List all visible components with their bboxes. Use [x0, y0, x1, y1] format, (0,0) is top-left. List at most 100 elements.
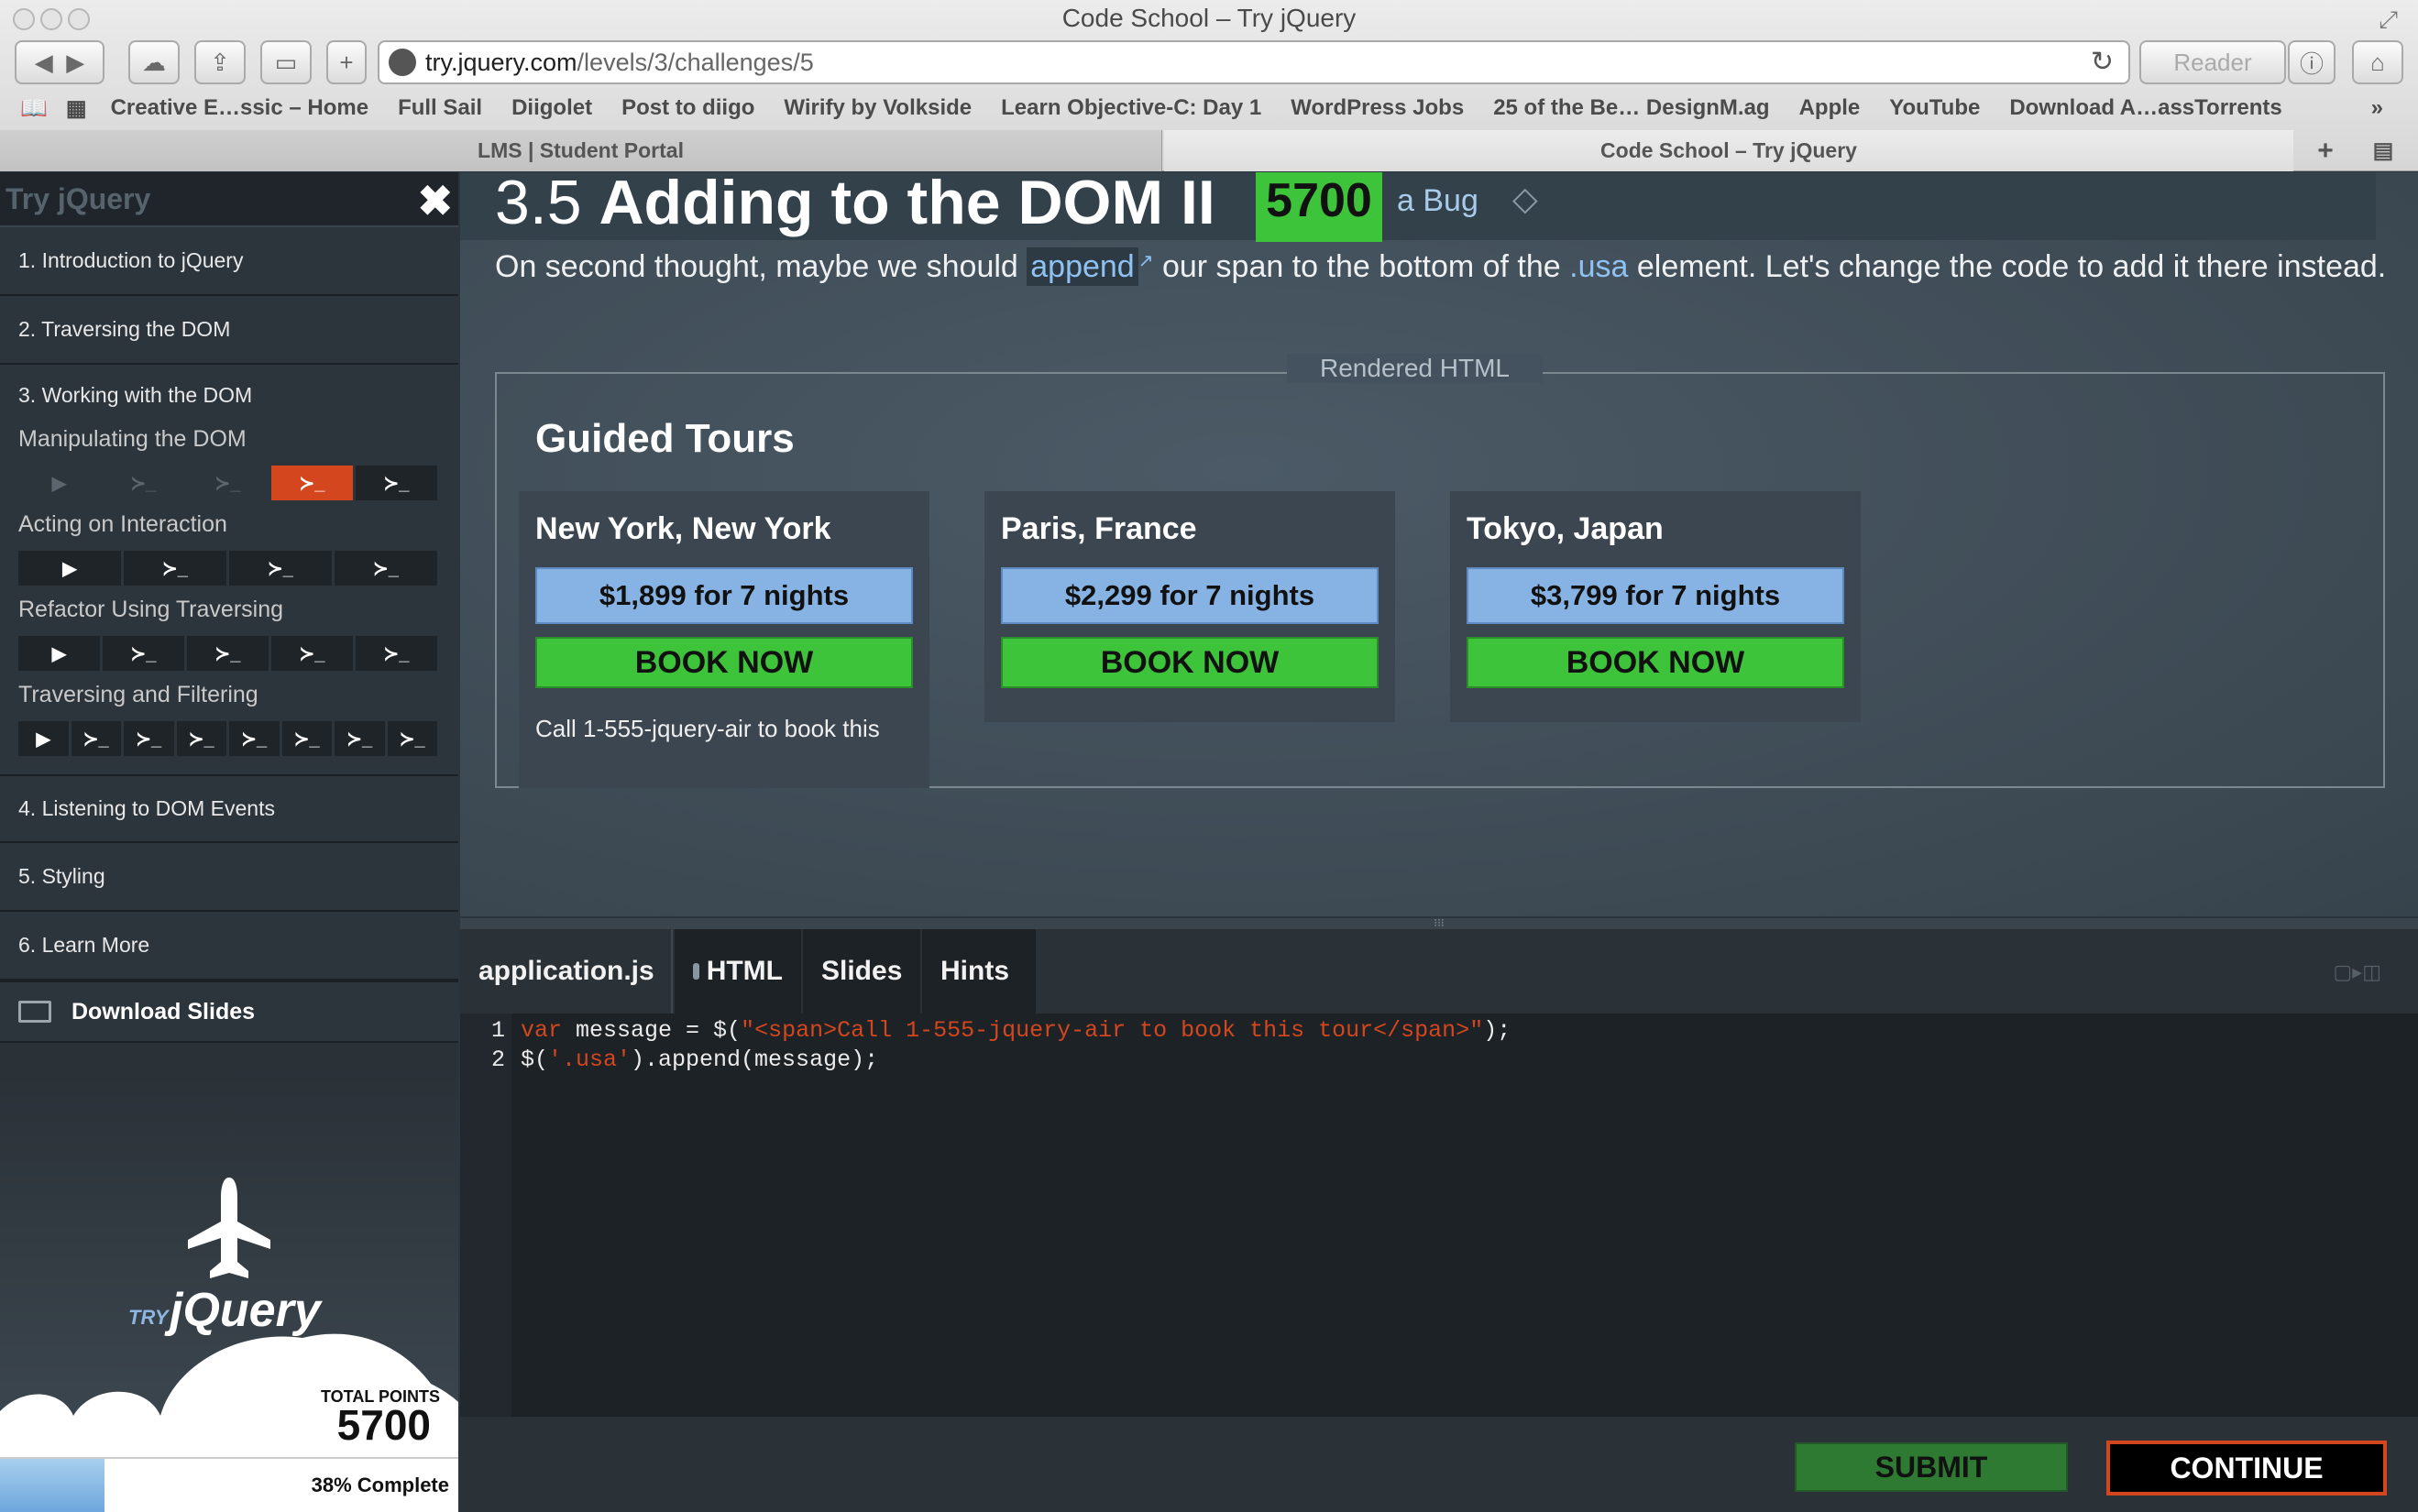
code-challenge[interactable]: ≻_	[229, 721, 280, 756]
bookmark-youtube[interactable]: YouTube	[1889, 95, 1980, 121]
code-challenge[interactable]: ≻_	[124, 721, 174, 756]
bookmark-post-to-diigo[interactable]: Post to diigo	[621, 95, 754, 121]
tour-price: $1,899 for 7 nights	[535, 567, 913, 624]
level-1[interactable]: 1. Introduction to jQuery	[0, 227, 458, 296]
reader-button[interactable]: Reader	[2139, 40, 2286, 84]
level-4[interactable]: 4. Listening to DOM Events	[0, 774, 458, 843]
sidebar-header: Try jQuery ✖	[0, 172, 458, 227]
book-now-button[interactable]: BOOK NOW	[1001, 637, 1379, 688]
code-challenge[interactable]: ≻_	[124, 551, 226, 586]
challenge-title-bar: 3.5 Adding to the DOM II 5700 a Bug ◇	[460, 168, 2376, 242]
home-button[interactable]: ⌂	[2352, 40, 2403, 84]
address-bar[interactable]: try.jquery.com/levels/3/challenges/5 ↻	[378, 40, 2130, 84]
tour-call-message: Call 1-555-jquery-air to book this tour	[535, 715, 880, 742]
bookmark-wordpress-jobs[interactable]: WordPress Jobs	[1291, 95, 1464, 121]
add-tab-icon[interactable]: +	[2299, 130, 2352, 171]
code-challenge[interactable]: ≻_	[356, 636, 437, 671]
bookmark-download-torrents[interactable]: Download A…assTorrents	[2009, 95, 2281, 121]
forward-icon[interactable]: ▶	[66, 49, 84, 77]
back-forward-buttons[interactable]: ◀ ▶	[15, 40, 104, 84]
sidebar-icon: ▭	[274, 48, 298, 76]
code-area[interactable]: 1 2 var message = $("<span>Call 1-555-jq…	[460, 1013, 2418, 1417]
level-2[interactable]: 2. Traversing the DOM	[0, 296, 458, 365]
tour-card: Tokyo, Japan $3,799 for 7 nights BOOK NO…	[1450, 491, 1861, 722]
continue-button[interactable]: CONTINUE	[2106, 1441, 2387, 1496]
keyword: var	[521, 1017, 563, 1044]
reload-icon[interactable]: ↻	[2091, 46, 2114, 78]
info-icon: ⓘ	[2299, 49, 2324, 78]
code-line-2[interactable]: $('.usa').append(message);	[521, 1046, 878, 1073]
append-doc-link[interactable]: append	[1027, 247, 1138, 286]
submit-button[interactable]: SUBMIT	[1795, 1442, 2068, 1492]
bookmark-learn-objective-c[interactable]: Learn Objective-C: Day 1	[1001, 95, 1261, 121]
sidebar-footer: TRY jQuery TOTAL POINTS 5700 38% Complet…	[0, 1068, 458, 1512]
split-layout-icon[interactable]: ▢▸◫	[2333, 960, 2381, 984]
code-challenge[interactable]: ≻_	[229, 551, 332, 586]
tab-slides[interactable]: Slides	[803, 929, 920, 1013]
bookmark-wirify[interactable]: Wirify by Volkside	[784, 95, 972, 121]
download-slides-label: Download Slides	[71, 998, 256, 1024]
video-challenge[interactable]: ▶	[18, 551, 121, 586]
slides-icon	[18, 1001, 51, 1023]
bookmark-diigolet[interactable]: Diigolet	[511, 95, 592, 121]
diamond-code-icon[interactable]: ◇	[1512, 180, 1538, 218]
bookmark-designmag[interactable]: 25 of the Be… DesignM.ag	[1493, 95, 1769, 121]
level-5[interactable]: 5. Styling	[0, 843, 458, 912]
code-challenge[interactable]: ≻_	[187, 466, 269, 500]
tab-lms-student-portal[interactable]: LMS | Student Portal	[0, 130, 1162, 171]
code-challenge[interactable]: ≻_	[103, 466, 184, 500]
tour-card: New York, New York $1,899 for 7 nights B…	[519, 491, 929, 788]
code-challenge[interactable]: ≻_	[71, 721, 121, 756]
fullscreen-icon[interactable]: ⤢	[2379, 5, 2398, 35]
usa-selector: .usa	[1569, 249, 1629, 284]
bookmark-apple[interactable]: Apple	[1799, 95, 1861, 121]
tab-hints[interactable]: Hints	[922, 929, 1036, 1013]
new-tab-button[interactable]: +	[326, 40, 367, 84]
resize-handle[interactable]: ⁝⁝⁝	[460, 917, 2418, 929]
code-challenge[interactable]: ≻_	[387, 721, 437, 756]
code-challenge[interactable]: ≻_	[187, 636, 269, 671]
video-challenge[interactable]: ▶	[18, 721, 69, 756]
code-challenge[interactable]: ≻_	[103, 636, 184, 671]
code-challenge[interactable]: ≻_	[271, 636, 353, 671]
current-code-challenge[interactable]: ≻_	[271, 466, 353, 500]
code-text: ).append(message);	[631, 1046, 879, 1073]
code-challenge[interactable]: ≻_	[356, 466, 437, 500]
share-button[interactable]: ⇪	[194, 40, 246, 84]
reading-list-icon[interactable]: 📖	[20, 95, 48, 122]
sidebar-button[interactable]: ▭	[260, 40, 312, 84]
download-slides-button[interactable]: Download Slides	[0, 981, 458, 1043]
level-6[interactable]: 6. Learn More	[0, 912, 458, 981]
code-challenge[interactable]: ≻_	[176, 721, 226, 756]
bookmark-full-sail[interactable]: Full Sail	[398, 95, 482, 121]
more-bookmarks-icon[interactable]: »	[2371, 95, 2383, 121]
book-now-button[interactable]: BOOK NOW	[1467, 637, 1844, 688]
lock-icon	[693, 963, 699, 980]
code-challenge[interactable]: ≻_	[281, 721, 332, 756]
icloud-button[interactable]: ☁	[128, 40, 180, 84]
level-3-label[interactable]: 3. Working with the DOM	[18, 383, 440, 408]
back-icon[interactable]: ◀	[35, 49, 53, 77]
tab-try-jquery[interactable]: Code School – Try jQuery	[1164, 130, 2293, 171]
instructions-text: element. Let's change the code to add it…	[1636, 249, 2387, 284]
report-bug-link[interactable]: a Bug	[1397, 183, 1478, 219]
code-challenge[interactable]: ≻_	[335, 721, 385, 756]
close-icon[interactable]: ✖	[417, 180, 453, 222]
info-button[interactable]: ⓘ	[2288, 40, 2336, 84]
tab-overview-icon[interactable]: ▤	[2358, 130, 2409, 171]
book-now-button[interactable]: BOOK NOW	[535, 637, 913, 688]
logo-try: TRY	[128, 1306, 169, 1329]
tab-application-js[interactable]: application.js	[460, 929, 673, 1013]
tab-html-label: HTML	[706, 956, 783, 986]
line-number: 2	[491, 1046, 506, 1073]
top-sites-icon[interactable]: ▦	[66, 95, 87, 122]
action-bar: SUBMIT CONTINUE	[460, 1417, 2418, 1512]
video-challenge[interactable]: ▶	[18, 466, 100, 500]
code-challenge[interactable]: ≻_	[335, 551, 437, 586]
video-challenge[interactable]: ▶	[18, 636, 100, 671]
tour-name: New York, New York	[535, 511, 831, 546]
bookmark-creative-classic[interactable]: Creative E…ssic – Home	[111, 95, 368, 121]
screen: { "window": {"title": "Code School – Try…	[0, 0, 2418, 1512]
tab-html[interactable]: HTML	[675, 929, 801, 1013]
code-line-1[interactable]: var message = $("<span>Call 1-555-jquery…	[521, 1017, 1511, 1044]
